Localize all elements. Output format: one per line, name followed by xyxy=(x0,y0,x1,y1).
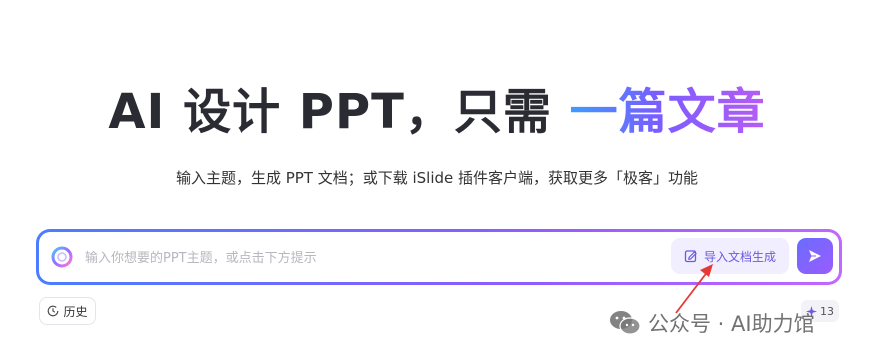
history-label: 历史 xyxy=(63,304,88,319)
wechat-icon xyxy=(610,311,641,335)
history-button[interactable]: 历史 xyxy=(39,297,96,325)
watermark-text: 公众号 · AI助力馆 xyxy=(648,312,815,336)
import-button-label: 导入文档生成 xyxy=(703,249,776,264)
send-button[interactable] xyxy=(797,238,833,274)
page-title: AI 设计 PPT，只需 一篇文章 xyxy=(0,82,874,142)
prompt-bar-inner: 导入文档生成 xyxy=(39,232,839,282)
prompt-bar: 导入文档生成 xyxy=(36,229,842,285)
watermark: 公众号 · AI助力馆 xyxy=(608,308,815,338)
credits-count: 13 xyxy=(820,304,834,318)
edit-document-icon xyxy=(684,250,697,263)
import-document-button[interactable]: 导入文档生成 xyxy=(671,238,789,274)
islide-logo-icon xyxy=(51,246,73,268)
prompt-input[interactable] xyxy=(83,242,647,274)
headline-highlight: 一篇文章 xyxy=(569,84,766,140)
send-arrow-icon xyxy=(809,250,821,262)
clock-icon xyxy=(48,305,59,317)
page-subtitle: 输入主题，生成 PPT 文档；或下载 iSlide 插件客户端，获取更多「极客」… xyxy=(175,169,699,187)
headline-plain: AI 设计 PPT，只需 xyxy=(108,84,570,140)
